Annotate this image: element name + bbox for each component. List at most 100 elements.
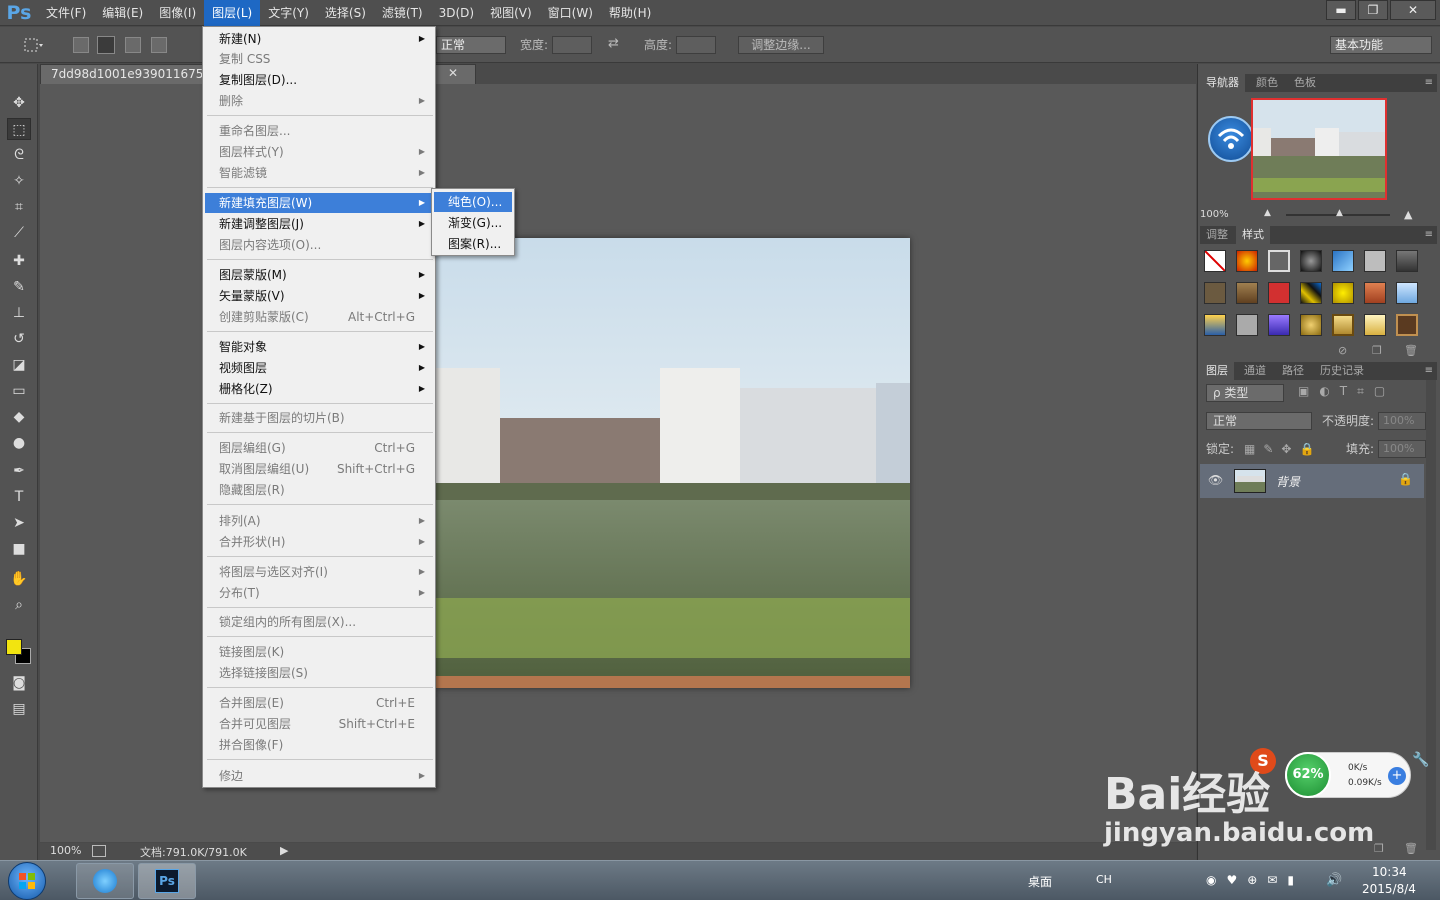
taskbar-browser-button[interactable]	[76, 863, 134, 899]
lasso-tool-icon[interactable]: ᘓ	[7, 144, 31, 166]
menu-item-arrange[interactable]: 排列(A) ▶	[205, 511, 433, 531]
history-brush-tool-icon[interactable]: ↺	[7, 328, 31, 350]
menu-item-vector-mask[interactable]: 矢量蒙版(V) ▶	[205, 286, 433, 306]
zoom-in-icon[interactable]: ▲	[1404, 208, 1412, 221]
style-swatch[interactable]	[1396, 250, 1418, 272]
tool-wrench-icon[interactable]: 🔧	[1412, 752, 1432, 772]
gradient-tool-icon[interactable]: ▭	[7, 380, 31, 402]
menu-item-video-layers[interactable]: 视频图层 ▶	[205, 358, 433, 378]
new-style-icon[interactable]: ❐	[1372, 344, 1382, 357]
type-tool-icon[interactable]: T	[7, 486, 31, 508]
fill-input[interactable]: 100%	[1378, 440, 1426, 458]
delete-layer-icon[interactable]: 🗑	[1404, 842, 1418, 855]
hand-tool-icon[interactable]: ✋	[7, 568, 31, 590]
widget-add-icon[interactable]: +	[1388, 767, 1406, 785]
delete-style-icon[interactable]: 🗑	[1404, 344, 1418, 357]
style-swatch[interactable]	[1300, 314, 1322, 336]
submenu-item-pattern[interactable]: 图案(R)...	[434, 234, 512, 254]
path-selection-tool-icon[interactable]: ➤	[7, 512, 31, 534]
dodge-tool-icon[interactable]: ●	[7, 432, 31, 454]
menu-edit[interactable]: 编辑(E)	[94, 0, 151, 26]
menu-item-merge-layers[interactable]: 合并图层(E) Ctrl+E	[205, 693, 433, 713]
screen-mode-icon[interactable]: ▤	[7, 698, 31, 720]
ime-indicator[interactable]: CH	[1096, 873, 1112, 886]
menu-item-delete[interactable]: 删除 ▶	[205, 91, 433, 111]
clear-style-icon[interactable]: ⊘	[1338, 344, 1347, 357]
menu-item-rasterize[interactable]: 栅格化(Z) ▶	[205, 379, 433, 399]
zoom-tool-icon[interactable]: ⌕	[7, 594, 31, 616]
menu-item-lock-all-layers[interactable]: 锁定组内的所有图层(X)...	[205, 612, 433, 632]
navigator-zoom-value[interactable]: 100%	[1200, 209, 1229, 220]
panel-menu-icon[interactable]: ≡	[1425, 226, 1433, 244]
width-input[interactable]	[552, 36, 592, 54]
wifi-icon[interactable]	[1208, 116, 1254, 162]
pen-tool-icon[interactable]: ✒	[7, 460, 31, 482]
style-swatch[interactable]	[1204, 282, 1226, 304]
menu-view[interactable]: 视图(V)	[482, 0, 540, 26]
menu-item-hide-layers[interactable]: 隐藏图层(R)	[205, 480, 433, 500]
zoom-slider-thumb[interactable]: ▲	[1336, 208, 1343, 218]
style-swatch[interactable]	[1364, 314, 1386, 336]
style-swatch[interactable]	[1268, 314, 1290, 336]
blend-mode-select[interactable]: 正常	[1206, 412, 1312, 430]
eyedropper-tool-icon[interactable]: ⟋	[7, 222, 31, 244]
layer-row-background[interactable]: 👁 背景 🔒	[1200, 464, 1424, 498]
workspace-select[interactable]: 基本功能	[1330, 36, 1432, 54]
zoom-level[interactable]: 100%	[50, 844, 81, 857]
style-swatch[interactable]	[1268, 282, 1290, 304]
menu-item-smart-objects[interactable]: 智能对象 ▶	[205, 337, 433, 357]
submenu-item-solid-color[interactable]: 纯色(O)...	[434, 192, 512, 212]
menu-filter[interactable]: 滤镜(T)	[374, 0, 431, 26]
menu-item-copy-css[interactable]: 复制 CSS	[205, 49, 433, 69]
clock-date[interactable]: 2015/8/4	[1362, 882, 1416, 896]
layer-visibility-eye-icon[interactable]: 👁	[1208, 473, 1223, 487]
menu-3d[interactable]: 3D(D)	[431, 0, 482, 26]
minimize-button[interactable]: ▬	[1326, 0, 1356, 20]
layer-filter-icons[interactable]: ▣◐T⌗▢	[1298, 384, 1395, 399]
menu-item-new-adjustment-layer[interactable]: 新建调整图层(J) ▶	[205, 214, 433, 234]
menu-item-distribute[interactable]: 分布(T) ▶	[205, 583, 433, 603]
menu-item-layer-content-options[interactable]: 图层内容选项(O)...	[205, 235, 433, 255]
menu-item-align-layers[interactable]: 将图层与选区对齐(I) ▶	[205, 562, 433, 582]
close-button[interactable]: ✕	[1390, 0, 1436, 20]
menu-image[interactable]: 图像(I)	[151, 0, 204, 26]
style-swatch[interactable]	[1300, 250, 1322, 272]
rectangle-tool-icon[interactable]: ■	[7, 538, 31, 560]
style-swatch[interactable]	[1236, 250, 1258, 272]
brush-tool-icon[interactable]: ✎	[7, 276, 31, 298]
style-swatch[interactable]	[1268, 250, 1290, 272]
tab-layers[interactable]: 图层	[1200, 362, 1234, 380]
style-swatch[interactable]	[1300, 282, 1322, 304]
start-button[interactable]	[8, 862, 46, 900]
menu-item-layer-style[interactable]: 图层样式(Y) ▶	[205, 142, 433, 162]
menu-window[interactable]: 窗口(W)	[540, 0, 601, 26]
lock-icons[interactable]: ▦✎✥🔒	[1244, 442, 1322, 456]
menu-item-duplicate-layer[interactable]: 复制图层(D)...	[205, 70, 433, 90]
style-swatch[interactable]	[1332, 314, 1354, 336]
style-swatch[interactable]	[1332, 250, 1354, 272]
style-select[interactable]: 正常	[436, 36, 506, 54]
export-icon[interactable]	[92, 845, 106, 857]
tray-icons[interactable]: ◉♥⊕✉▮	[1206, 873, 1304, 887]
tab-paths[interactable]: 路径	[1276, 362, 1310, 380]
menu-item-create-clipping-mask[interactable]: 创建剪贴蒙版(C) Alt+Ctrl+G	[205, 307, 433, 327]
clone-stamp-tool-icon[interactable]: ⊥	[7, 302, 31, 324]
new-layer-icon[interactable]: ❐	[1374, 842, 1384, 855]
new-selection-icon[interactable]	[73, 37, 89, 53]
status-arrow-icon[interactable]: ▶	[280, 844, 288, 857]
menu-select[interactable]: 选择(S)	[317, 0, 374, 26]
tab-history[interactable]: 历史记录	[1314, 362, 1370, 380]
clock-time[interactable]: 10:34	[1372, 865, 1407, 879]
volume-icon[interactable]: 🔊	[1326, 873, 1342, 888]
zoom-out-icon[interactable]: ▲	[1264, 208, 1271, 218]
blur-tool-icon[interactable]: ◆	[7, 406, 31, 428]
intersect-selection-icon[interactable]	[151, 37, 167, 53]
submenu-item-gradient[interactable]: 渐变(G)...	[434, 213, 512, 233]
menu-item-ungroup-layers[interactable]: 取消图层编组(U) Shift+Ctrl+G	[205, 459, 433, 479]
navigator-thumbnail[interactable]	[1251, 98, 1387, 200]
menu-type[interactable]: 文字(Y)	[260, 0, 317, 26]
layer-name[interactable]: 背景	[1276, 473, 1300, 490]
eraser-tool-icon[interactable]: ◪	[7, 354, 31, 376]
crop-tool-icon[interactable]: ⌗	[7, 196, 31, 218]
tab-adjustments[interactable]: 调整	[1200, 226, 1234, 244]
